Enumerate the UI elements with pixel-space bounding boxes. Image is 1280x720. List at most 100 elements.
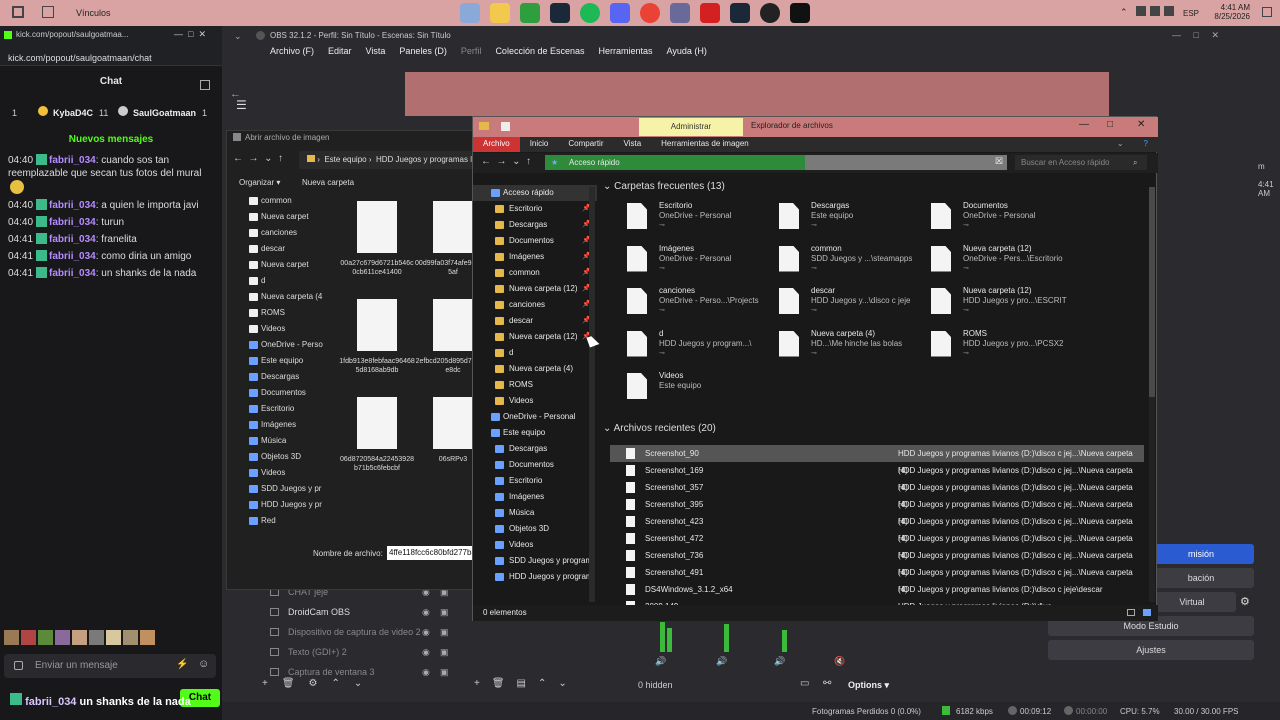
steam-icon[interactable] [550,3,570,23]
clock[interactable]: 4:41 AM 8/25/2026 [1208,3,1250,21]
start-streaming-button[interactable]: misión [1148,544,1254,564]
emote-icon[interactable] [4,630,19,645]
volume-icon[interactable]: 🔊 [655,656,666,667]
frequent-folder[interactable]: canciones OneDrive - Perso...\Projects ⊸ [627,286,777,326]
frequent-folder[interactable]: Imágenes OneDrive - Personal ⊸ [627,244,777,284]
recent-file-row[interactable]: Screenshot_90 HDD Juegos y programas livi… [610,445,1144,475]
tray-chevron-icon[interactable]: ⌃ [1120,7,1128,18]
content-scrollbar[interactable] [1149,187,1155,602]
dialog-nav-item[interactable]: Este equipo [227,353,323,369]
explorer-nav-item[interactable]: Nueva carpeta (12) 📌 [473,281,597,297]
message-user[interactable]: fabrii_034 [49,217,96,228]
message-user[interactable]: fabrii_034 [49,268,96,279]
ribbon-tab-share[interactable]: Compartir [558,137,613,152]
dialog-nav-item[interactable]: Videos [227,321,323,337]
source-item[interactable]: Texto (GDI+) 2 ◉ ▣ [232,642,452,662]
close-icon[interactable]: ✕ [1137,119,1145,130]
lock-icon[interactable]: ▣ [440,622,449,642]
details-view-icon[interactable] [1127,609,1135,616]
chat-message[interactable]: 04:41 fabrii_034: franelita [0,231,222,248]
obs-menu-item[interactable]: Herramientas [599,46,653,64]
recent-file-row[interactable]: Screenshot_423 HDD Juegos y programas liv… [610,513,1144,543]
dialog-nav-item[interactable]: Descargas [227,369,323,385]
obs-menu-item[interactable]: Ayuda (H) [667,46,707,64]
maximize-icon[interactable]: □ [1107,119,1113,130]
dialog-nav-item[interactable]: Videos [227,465,323,481]
up-icon[interactable]: ⌃ [332,678,340,689]
widgets-icon[interactable] [42,6,54,18]
recent-file-row[interactable]: Screenshot_472 HDD Juegos y programas liv… [610,530,1144,560]
quick-access-toolbar-icon[interactable] [501,122,510,131]
dialog-nav-item[interactable]: Nueva carpeta (4 [227,289,323,305]
source-item[interactable]: DroidCam OBS ◉ ▣ [232,602,452,622]
dialog-nav-arrows[interactable]: ← → ⌄ ↑ [233,153,283,164]
dialog-nav-item[interactable]: ROMS [227,305,323,321]
tab-title[interactable]: kick.com/popout/saulgoatmaa... [16,30,129,39]
file-tile[interactable]: 06d8720584a22453928b71b5c6febcbf [339,397,414,493]
search-input[interactable]: Buscar en Acceso rápido ⌕ [1015,155,1147,170]
explorer-nav-item[interactable]: Nueva carpeta (12) 📌 [473,329,597,345]
trash-icon[interactable]: 🗑 [492,678,505,689]
emote-icon[interactable] [21,630,36,645]
dialog-nav-item[interactable]: OneDrive - Person [227,337,323,353]
notification-icon[interactable] [1262,7,1272,17]
explorer-nav-item[interactable]: Descargas 📌 [473,217,597,233]
emoji-icon[interactable]: ☺ [198,658,209,670]
ribbon-tab-home[interactable]: Inicio [520,137,559,152]
message-user[interactable]: fabrii_034 [49,200,96,211]
settings-button[interactable]: Ajustes [1048,640,1254,660]
explorer-nav-item[interactable]: Videos [473,537,597,553]
dialog-nav-item[interactable]: Escritorio [227,401,323,417]
dialog-nav-item[interactable]: descar [227,241,323,257]
visibility-icon[interactable]: ◉ [422,662,430,682]
explorer-nav-item[interactable]: Este equipo [473,425,597,441]
large-icons-view-icon[interactable] [1143,609,1151,616]
recent-file-row[interactable]: Screenshot_491 HDD Juegos y programas liv… [610,564,1144,594]
down-icon[interactable]: ⌄ [354,678,362,689]
virtual-camera-button[interactable]: Virtual [1148,592,1236,612]
emote-icon[interactable] [55,630,70,645]
link-icon[interactable]: ⚯ [823,678,831,689]
explorer-nav-item[interactable]: canciones 📌 [473,297,597,313]
game-icon[interactable] [790,3,810,23]
recent-files-header[interactable]: ⌄ Archivos recientes (20) [603,423,716,434]
minimize-icon[interactable]: — [1079,119,1089,130]
start-recording-button[interactable]: bación [1148,568,1254,588]
task-view-icon[interactable] [12,6,24,18]
filter-icon[interactable]: ▤ [517,678,526,689]
chat-input[interactable]: Enviar un mensaje ⚡ ☺ [4,654,216,678]
dialog-nav-item[interactable]: d [227,273,323,289]
dialog-breadcrumb[interactable]: › Este equipo › HDD Juegos y programas l [299,151,479,169]
file-tile[interactable]: 1fdb913e8febfaac964685d8168ab9db [339,299,415,395]
file-tile[interactable]: 00a27c679d6721b546c0cb611ce41400 [339,201,414,297]
app-icon[interactable] [460,3,480,23]
chat-message[interactable]: 04:40 fabrii_034: a quien le importa javi [0,197,222,214]
explorer-nav-item[interactable]: Imágenes 📌 [473,249,597,265]
hamburger-icon[interactable]: ☰ [236,98,247,112]
chat-message[interactable]: 04:41 fabrii_034: un shanks de la nada [0,265,222,282]
add-icon[interactable]: + [474,678,480,689]
frequent-folder[interactable]: common SDD Juegos y ...\steamapps ⊸ [779,244,929,284]
obs-menu-item[interactable]: Vista [366,46,386,64]
organize-button[interactable]: Organizar ▾ [239,178,280,187]
message-user[interactable]: fabrii_034 [49,234,96,245]
dialog-nav-item[interactable]: Red [227,513,323,529]
add-icon[interactable]: + [262,678,268,689]
recent-file-row[interactable]: Screenshot_169 HDD Juegos y programas liv… [610,462,1144,492]
volume-icon[interactable]: 🔊 [774,656,785,667]
dialog-nav-item[interactable]: Documentos [227,385,323,401]
explorer-nav-item[interactable]: Escritorio 📌 [473,201,597,217]
emote-icon[interactable] [38,630,53,645]
frequent-folders-header[interactable]: ⌄ Carpetas frecuentes (13) [603,181,725,192]
frequent-folder[interactable]: Nueva carpeta (4) HD...\Me hinche las bol… [779,329,929,369]
folder-icon[interactable] [490,3,510,23]
chrome-icon[interactable] [640,3,660,23]
mixer-menu-icon[interactable]: ▭ [800,678,809,689]
explorer-nav-item[interactable]: Descargas [473,441,597,457]
explorer-nav-item[interactable]: Videos [473,393,597,409]
recent-file-row[interactable]: 2009 149 HDD Juegos y programas livianos … [610,598,1144,605]
ribbon-tab-view[interactable]: Vista [614,137,652,152]
gear-icon[interactable]: ⚙ [1240,595,1250,608]
dialog-nav-item[interactable]: Música [227,433,323,449]
dialog-nav-item[interactable]: Nueva carpet [227,209,323,225]
